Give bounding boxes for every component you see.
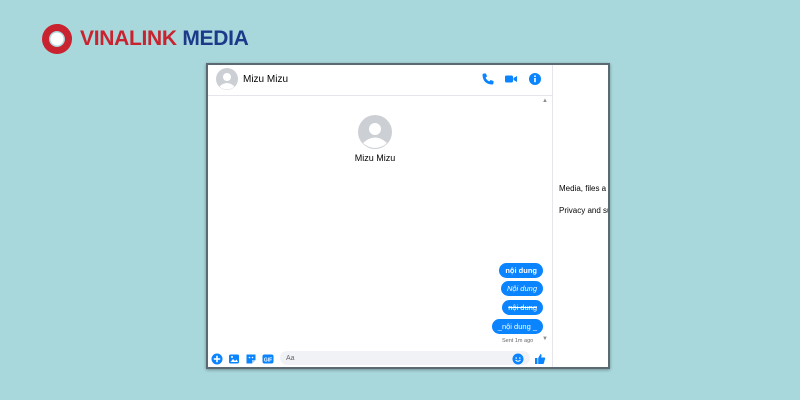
chat-pane: Mizu Mizu ▲ Mizu Mizu nội dung Nội dung … [208,65,552,367]
composer-bar: GIF [208,349,552,367]
message-bubble[interactable]: nội dung [499,263,543,278]
vinalink-logo-icon [40,22,74,56]
info-panel: P Media, files a Privacy and su [553,65,610,367]
scroll-up-arrow[interactable]: ▲ [542,98,548,104]
phone-icon[interactable] [481,72,495,86]
profile-avatar [358,115,392,149]
contact-name[interactable]: Mizu Mizu [243,74,288,85]
info-panel-label: P [609,157,610,163]
plus-icon[interactable] [211,352,223,365]
info-icon[interactable] [528,72,542,86]
message-bubble[interactable]: Nội dung [500,281,543,296]
privacy-support-item[interactable]: Privacy and su [559,206,608,215]
messenger-window: Mizu Mizu ▲ Mizu Mizu nội dung Nội dung … [206,63,610,369]
profile-name: Mizu Mizu [354,153,396,163]
brand-name: VINALINK MEDIA [80,27,249,51]
emoji-icon[interactable] [512,352,524,365]
image-icon[interactable] [228,352,240,364]
brand-name-part1: VINALINK [80,27,177,50]
sticker-icon[interactable] [245,352,257,364]
chat-header: Mizu Mizu [208,65,552,96]
message-bubble[interactable]: nội dung [502,300,543,315]
brand-name-part2: MEDIA [182,27,249,50]
media-files-item[interactable]: Media, files a [559,184,606,193]
scroll-down-arrow[interactable]: ▼ [542,336,548,342]
thumbs-up-icon[interactable] [534,352,546,364]
sent-status: Sent 1m ago [502,338,534,344]
message-input[interactable] [280,351,530,365]
svg-text:GIF: GIF [264,357,272,363]
contact-avatar[interactable] [216,68,238,90]
message-bubble[interactable]: _nội dung _ [491,319,543,334]
gif-icon[interactable]: GIF [262,352,274,364]
video-icon[interactable] [504,72,518,86]
brand-logo: VINALINK MEDIA [40,22,249,56]
